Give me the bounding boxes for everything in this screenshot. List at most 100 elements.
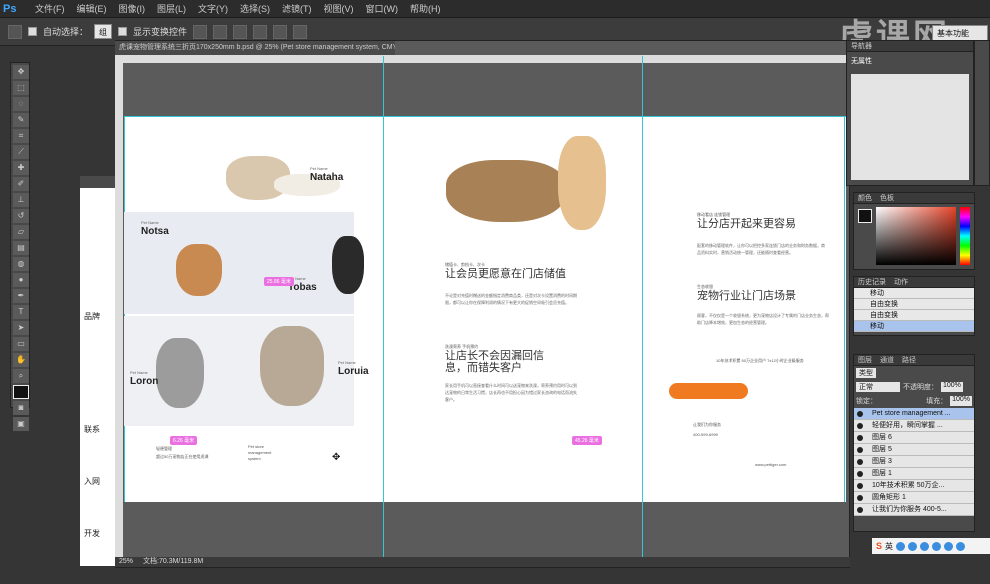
blend-mode-dropdown[interactable]: 正常 (856, 382, 900, 392)
color-picker-field[interactable] (876, 207, 956, 265)
align-top-icon[interactable] (193, 24, 208, 39)
foreground-color-swatch[interactable] (858, 209, 872, 223)
sogou-ime-icon[interactable]: S (876, 541, 882, 551)
microphone-icon[interactable] (920, 541, 930, 551)
keyboard-icon[interactable] (932, 541, 942, 551)
vertical-ruler[interactable] (115, 55, 123, 565)
eraser-tool-icon[interactable]: ▱ (13, 225, 29, 239)
crop-tool-icon[interactable]: ⌗ (13, 129, 29, 143)
navigator-preview (851, 74, 969, 180)
menu-layer[interactable]: 图层(L) (151, 0, 192, 18)
eye-icon[interactable] (857, 447, 863, 453)
align-center-icon[interactable] (273, 24, 288, 39)
tab-paths[interactable]: 路径 (902, 355, 916, 365)
menu-view[interactable]: 视图(V) (318, 0, 360, 18)
toolbox-icon[interactable] (956, 541, 966, 551)
orange-rounded-rectangle[interactable] (669, 383, 748, 399)
eye-icon[interactable] (857, 483, 863, 489)
layer-row[interactable]: 图层 5 (854, 444, 974, 456)
layer-row[interactable]: 图层 3 (854, 456, 974, 468)
blur-tool-icon[interactable]: ◍ (13, 257, 29, 271)
auto-select-dropdown[interactable]: 组 (94, 24, 113, 39)
workspace-dropdown[interactable]: 基本功能 (932, 25, 988, 41)
menu-edit[interactable]: 编辑(E) (71, 0, 113, 18)
layer-filter-dropdown[interactable]: 类型 (856, 368, 876, 378)
brush-tool-icon[interactable]: ✐ (13, 177, 29, 191)
eye-icon[interactable] (857, 423, 863, 429)
footer-logo-text: system (248, 456, 261, 461)
dodge-tool-icon[interactable]: ● (13, 273, 29, 287)
history-item[interactable]: 移动 (854, 288, 974, 299)
tab-actions[interactable]: 动作 (894, 277, 908, 287)
trifold-page[interactable]: Pet Name Nataha Pet Name Notsa Pet Name … (124, 56, 846, 566)
layer-row[interactable]: 图层 1 (854, 468, 974, 480)
layer-row[interactable]: 圆角矩形 1 (854, 492, 974, 504)
tab-layers[interactable]: 图层 (858, 355, 872, 365)
history-item-selected[interactable]: 移动 (854, 321, 974, 332)
show-transform-checkbox[interactable] (118, 27, 128, 36)
tab-navigator[interactable]: 导航器 (851, 41, 872, 51)
tab-swatches[interactable]: 色板 (880, 193, 894, 203)
menu-select[interactable]: 选择(S) (234, 0, 276, 18)
align-right-icon[interactable] (293, 24, 308, 39)
align-middle-icon[interactable] (213, 24, 228, 39)
eye-icon[interactable] (857, 507, 863, 513)
zoom-tool-icon[interactable]: ⌕ (13, 369, 29, 383)
gradient-tool-icon[interactable]: ▤ (13, 241, 29, 255)
path-select-tool-icon[interactable]: ➤ (13, 321, 29, 335)
menu-file[interactable]: 文件(F) (29, 0, 71, 18)
document-tab[interactable]: 虎课宠物管理系统三折页170x250mm b.psd @ 25% (Pet st… (115, 41, 395, 55)
punctuation-icon[interactable] (896, 541, 906, 551)
eye-icon[interactable] (857, 495, 863, 501)
shape-tool-icon[interactable]: ▭ (13, 337, 29, 351)
history-item[interactable]: 自由变换 (854, 310, 974, 321)
type-tool-icon[interactable]: T (13, 305, 29, 319)
zoom-level[interactable]: 25% (119, 557, 133, 567)
footer-logo-text: management (248, 450, 272, 455)
hue-slider[interactable] (960, 207, 970, 265)
menu-image[interactable]: 图像(I) (113, 0, 152, 18)
background-document-tab[interactable] (80, 176, 116, 188)
layer-row[interactable]: 让我们为你服务 400-5... (854, 504, 974, 516)
pet-name-small: Pet Name (338, 360, 356, 365)
skin-icon[interactable] (944, 541, 954, 551)
move-tool-preset-icon[interactable] (8, 24, 22, 39)
menu-filter[interactable]: 滤镜(T) (276, 0, 318, 18)
menu-help[interactable]: 帮助(H) (404, 0, 447, 18)
history-item[interactable]: 自由变换 (854, 299, 974, 310)
auto-select-checkbox[interactable] (28, 27, 37, 36)
foreground-color-swatch[interactable] (13, 385, 29, 399)
pen-tool-icon[interactable]: ✒ (13, 289, 29, 303)
align-bottom-icon[interactable] (233, 24, 248, 39)
stamp-tool-icon[interactable]: ⊥ (13, 193, 29, 207)
layer-row[interactable]: 10年技术积累 50万企... (854, 480, 974, 492)
screen-mode-icon[interactable]: ▣ (13, 417, 29, 431)
lasso-tool-icon[interactable]: ◌ (13, 97, 29, 111)
move-tool-icon[interactable]: ✥ (13, 65, 29, 79)
history-brush-icon[interactable]: ↺ (13, 209, 29, 223)
tab-history[interactable]: 历史记录 (858, 277, 886, 287)
tab-color[interactable]: 颜色 (858, 193, 872, 203)
healing-tool-icon[interactable]: ✚ (13, 161, 29, 175)
marquee-tool-icon[interactable]: ⬚ (13, 81, 29, 95)
quick-mask-icon[interactable]: ◙ (13, 401, 29, 415)
fill-input[interactable]: 100% (950, 396, 972, 406)
eyedropper-tool-icon[interactable]: ⟋ (13, 145, 29, 159)
tab-channels[interactable]: 通道 (880, 355, 894, 365)
eye-icon[interactable] (857, 471, 863, 477)
menu-window[interactable]: 窗口(W) (360, 0, 405, 18)
ime-language[interactable]: 英 (885, 541, 893, 552)
eye-icon[interactable] (857, 411, 863, 417)
horizontal-ruler[interactable] (122, 55, 848, 63)
layer-row[interactable]: 轻便好用，瞬间掌握 ... (854, 420, 974, 432)
eye-icon[interactable] (857, 435, 863, 441)
emoji-icon[interactable] (908, 541, 918, 551)
layer-row[interactable]: 图层 6 (854, 432, 974, 444)
hand-tool-icon[interactable]: ✋ (13, 353, 29, 367)
quick-select-tool-icon[interactable]: ✎ (13, 113, 29, 127)
menu-type[interactable]: 文字(Y) (192, 0, 234, 18)
opacity-input[interactable]: 100% (941, 382, 963, 392)
layer-row[interactable]: Pet store management ... (854, 408, 974, 420)
align-left-icon[interactable] (253, 24, 268, 39)
eye-icon[interactable] (857, 459, 863, 465)
